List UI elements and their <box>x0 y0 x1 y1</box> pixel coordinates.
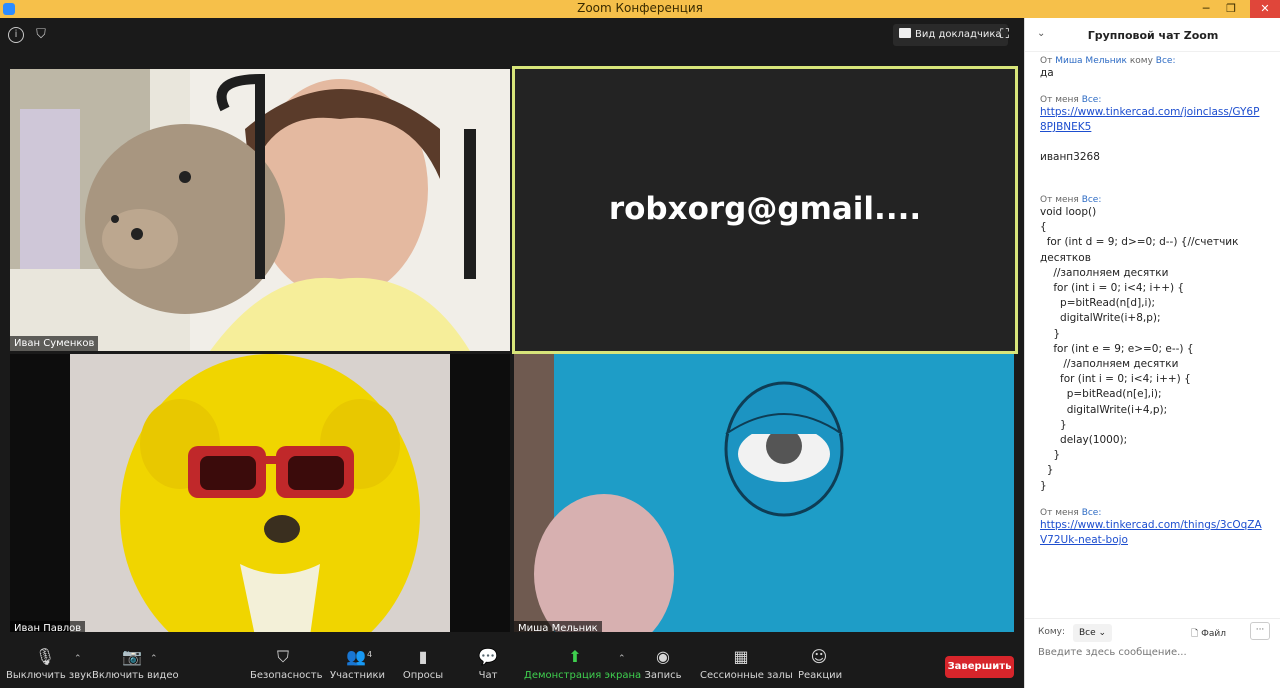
start-video-button[interactable]: 📷 Включить видео <box>92 632 179 688</box>
end-meeting-button[interactable]: Завершить <box>945 656 1014 678</box>
chat-button[interactable]: 💬 Чат <box>468 632 508 688</box>
shield-icon: ⛉ <box>276 647 289 666</box>
breakout-rooms-button[interactable]: ▦ Сессионные залы <box>700 632 793 688</box>
participant-video-feed <box>10 354 510 636</box>
recipient-name[interactable]: Все: <box>1082 95 1102 105</box>
speaker-view-button[interactable]: Вид докладчика <box>893 24 1008 46</box>
encryption-shield-icon[interactable]: ⛉ <box>34 27 48 43</box>
recipient-select[interactable]: Все ⌄ <box>1073 624 1113 642</box>
meeting-info-icons: i ⛉ <box>8 27 48 43</box>
microphone-icon: 🎙 <box>34 647 56 666</box>
recipient-label: Кому: <box>1038 627 1066 637</box>
meeting-toolbar: 🎙 Выключить звук ⌃ 📷 Включить видео ⌃ ⛉ … <box>0 632 1024 688</box>
recipient-name[interactable]: Все: <box>1082 508 1102 518</box>
participant-name-label: Иван Суменков <box>10 336 99 351</box>
message-text: иванп3268 <box>1040 151 1100 164</box>
chat-message: От Миша Мельник кому Все: да <box>1040 56 1265 81</box>
security-button[interactable]: ⛉ Безопасность <box>250 632 323 688</box>
share-options-chevron-icon[interactable]: ⌃ <box>618 654 626 664</box>
participant-name-large: robxorg@gmail.... <box>608 191 922 227</box>
chat-message-input[interactable] <box>1038 647 1268 658</box>
chat-panel: ⌄ Групповой чат Zoom От Миша Мельник ком… <box>1024 18 1280 688</box>
breakout-rooms-icon: ▦ <box>733 647 749 666</box>
sender-name[interactable]: Миша Мельник <box>1055 56 1127 66</box>
chat-header: ⌄ Групповой чат Zoom <box>1025 18 1280 52</box>
file-button[interactable]: 🗋 Файл <box>1191 626 1226 642</box>
polls-button[interactable]: ▮ Опросы <box>400 632 446 688</box>
recipient-name[interactable]: Все: <box>1082 195 1102 205</box>
share-screen-button[interactable]: ⬆ Демонстрация экрана <box>524 632 641 688</box>
video-tile-participant-1[interactable]: Иван Суменков <box>10 69 510 351</box>
message-code-text: void loop() { for (int d = 9; d>=0; d--)… <box>1040 206 1239 492</box>
file-icon: 🗋 <box>1191 629 1199 639</box>
reactions-button[interactable]: ☺ Реакции <box>798 632 842 688</box>
chat-bubble-icon: 💬 <box>478 647 498 666</box>
video-tile-participant-4[interactable]: Миша Мельник <box>514 354 1014 636</box>
message-link[interactable]: https://www.tinkercad.com/things/3cOqZAV… <box>1040 519 1262 546</box>
title-bar: Zoom Конференция ─ ❐ ✕ <box>0 0 1280 18</box>
close-button[interactable]: ✕ <box>1250 0 1280 18</box>
meeting-stage: i ⛉ Вид докладчика ⛶ Иван Суменков robxo… <box>0 18 1024 688</box>
dropdown-chevron-icon: ⌄ <box>1098 628 1107 638</box>
record-icon: ◉ <box>656 647 670 666</box>
chat-title: Групповой чат Zoom <box>1087 29 1219 42</box>
participants-icon: 👥 <box>346 647 366 666</box>
participant-video-feed <box>514 354 1014 636</box>
info-icon[interactable]: i <box>8 27 24 43</box>
fullscreen-icon[interactable]: ⛶ <box>1000 28 1014 42</box>
participant-video-feed <box>10 69 510 351</box>
video-tile-participant-3[interactable]: Иван Павлов <box>10 354 510 636</box>
window-title: Zoom Конференция <box>577 1 703 15</box>
camera-off-icon: 📷 <box>122 647 142 666</box>
maximize-button[interactable]: ❐ <box>1220 0 1242 18</box>
speaker-view-icon <box>899 28 911 38</box>
chat-message: От меня Все: https://www.tinkercad.com/t… <box>1040 508 1262 547</box>
video-tile-active-speaker[interactable]: robxorg@gmail.... <box>512 66 1018 354</box>
mute-button[interactable]: 🎙 Выключить звук <box>6 632 92 688</box>
participants-count: 4 <box>367 650 373 659</box>
share-screen-icon: ⬆ <box>568 647 582 666</box>
smiley-icon: ☺ <box>810 647 828 666</box>
chat-message: От меня Все: void loop() { for (int d = … <box>1040 195 1265 494</box>
chat-message: От меня Все: https://www.tinkercad.com/j… <box>1040 95 1265 166</box>
more-options-button[interactable]: ··· <box>1250 622 1270 640</box>
minimize-button[interactable]: ─ <box>1195 0 1217 18</box>
participants-button[interactable]: 👥 Участники <box>330 632 385 688</box>
chat-footer: Кому: Все ⌄ 🗋 Файл ··· <box>1025 618 1280 688</box>
message-link[interactable]: https://www.tinkercad.com/joinclass/GY6P… <box>1040 106 1259 133</box>
bar-chart-icon: ▮ <box>418 647 428 666</box>
record-button[interactable]: ◉ Запись <box>642 632 684 688</box>
message-text: да <box>1040 67 1054 79</box>
recipient-name[interactable]: Все: <box>1156 56 1176 66</box>
audio-options-chevron-icon[interactable]: ⌃ <box>74 654 82 664</box>
video-options-chevron-icon[interactable]: ⌃ <box>150 654 158 664</box>
